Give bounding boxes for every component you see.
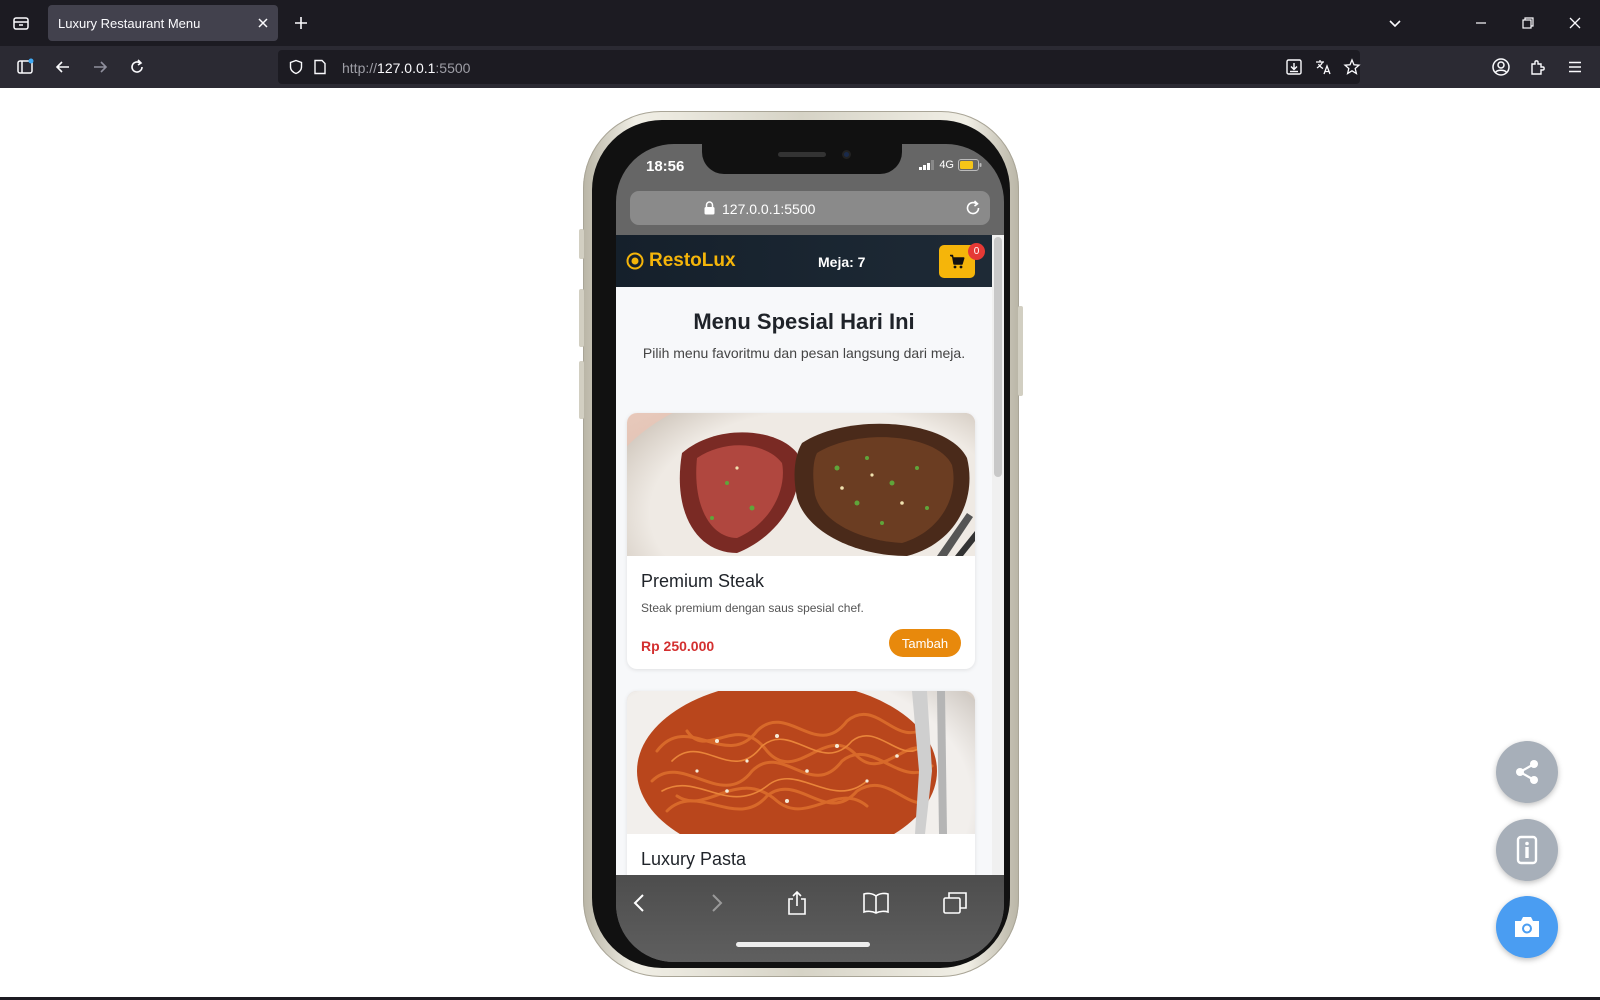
device-info-icon xyxy=(1516,835,1538,865)
brand-logo[interactable]: RestoLux xyxy=(626,250,736,272)
phone-screen: 18:56 4G 127.0.0.1:5500 RestoLux Meja: 7… xyxy=(616,144,1004,962)
pasta-image xyxy=(627,691,975,834)
mobile-bookmarks-icon[interactable] xyxy=(861,888,891,918)
share-icon xyxy=(1512,757,1542,787)
shopping-cart-icon xyxy=(949,254,965,269)
download-page-icon[interactable] xyxy=(1284,57,1304,77)
status-indicators: 4G xyxy=(919,159,982,171)
account-icon[interactable] xyxy=(1488,54,1514,80)
front-camera xyxy=(842,150,851,159)
restore-icon[interactable] xyxy=(1515,10,1541,36)
url-bar[interactable]: http://127.0.0.1:5500 xyxy=(278,50,1362,84)
phone-power-button xyxy=(1018,306,1023,396)
mobile-back-icon[interactable] xyxy=(624,888,654,918)
signal-bars-icon xyxy=(919,160,935,170)
lock-icon xyxy=(704,201,715,215)
extensions-puzzle-icon[interactable] xyxy=(1525,54,1551,80)
add-to-cart-button[interactable]: Tambah xyxy=(889,629,961,657)
mobile-reload-icon[interactable] xyxy=(964,199,982,217)
phone-mute-switch xyxy=(579,229,584,259)
back-arrow-icon[interactable] xyxy=(50,54,76,80)
speaker-grille xyxy=(778,152,826,157)
mobile-address-text: 127.0.0.1:5500 xyxy=(722,201,816,217)
mobile-address-bar[interactable]: 127.0.0.1:5500 xyxy=(630,191,990,225)
close-tab-icon[interactable] xyxy=(254,14,272,32)
sidebar-toggle-icon[interactable] xyxy=(12,54,38,80)
network-type: 4G xyxy=(939,159,954,171)
shield-icon[interactable] xyxy=(286,57,306,77)
close-window-icon[interactable] xyxy=(1562,10,1588,36)
reload-icon[interactable] xyxy=(124,54,150,80)
page-info-icon[interactable] xyxy=(310,57,330,77)
translate-icon[interactable] xyxy=(1313,57,1333,77)
browser-tab[interactable]: Luxury Restaurant Menu xyxy=(48,5,278,41)
list-all-tabs-chevron-icon[interactable] xyxy=(1382,10,1408,36)
hero-title: Menu Spesial Hari Ini xyxy=(693,309,915,334)
url-text[interactable]: http://127.0.0.1:5500 xyxy=(342,60,470,76)
brand-name: RestoLux xyxy=(649,250,736,271)
item-price: Rp 250.000 xyxy=(641,638,715,654)
site-header: RestoLux Meja: 7 0 xyxy=(616,235,992,287)
phone-notch xyxy=(702,144,902,174)
mobile-tabs-icon[interactable] xyxy=(940,888,970,918)
logo-emblem-icon xyxy=(626,252,644,270)
menu-card-premium-steak: Premium Steak Steak premium dengan saus … xyxy=(627,413,975,669)
url-port: :5500 xyxy=(435,60,471,76)
status-time: 18:56 xyxy=(646,158,685,175)
browser-nav-bar: http://127.0.0.1:5500 xyxy=(0,46,1600,88)
url-host: 127.0.0.1 xyxy=(377,60,436,76)
mobile-share-icon[interactable] xyxy=(782,888,812,918)
mobile-browser-toolbar xyxy=(616,875,1004,962)
hamburger-menu-icon[interactable] xyxy=(1562,54,1588,80)
scrollbar-thumb[interactable] xyxy=(994,237,1002,477)
device-info-fab-button[interactable] xyxy=(1496,819,1558,881)
phone-volume-up xyxy=(579,289,584,347)
phone-bezel: 18:56 4G 127.0.0.1:5500 RestoLux Meja: 7… xyxy=(592,120,1010,968)
item-description: Steak premium dengan saus spesial chef. xyxy=(641,601,864,615)
cart-count-badge: 0 xyxy=(968,243,985,260)
mobile-forward-icon[interactable] xyxy=(702,888,732,918)
item-name: Luxury Pasta xyxy=(641,849,747,869)
camera-icon xyxy=(1512,914,1542,940)
share-fab-button[interactable] xyxy=(1496,741,1558,803)
table-number: Meja: 7 xyxy=(818,254,866,270)
tab-title: Luxury Restaurant Menu xyxy=(58,16,201,31)
webpage-content: RestoLux Meja: 7 0 Menu Spesial Hari Ini… xyxy=(616,235,992,875)
steak-image xyxy=(627,413,975,556)
screenshot-fab-button[interactable] xyxy=(1496,896,1558,958)
phone-mockup: 18:56 4G 127.0.0.1:5500 RestoLux Meja: 7… xyxy=(579,111,1023,977)
browser-tab-bar: Luxury Restaurant Menu xyxy=(0,0,1600,46)
menu-card-luxury-pasta: Luxury Pasta xyxy=(627,691,975,875)
hero-subtitle: Pilih menu favoritmu dan pesan langsung … xyxy=(642,345,966,361)
minimize-icon[interactable] xyxy=(1468,10,1494,36)
page-scrollbar[interactable] xyxy=(992,235,1004,875)
new-tab-plus-icon[interactable] xyxy=(290,12,312,34)
tab-list-icon[interactable] xyxy=(8,10,34,36)
bookmark-star-icon[interactable] xyxy=(1342,57,1362,77)
battery-icon xyxy=(958,159,982,171)
forward-arrow-icon[interactable] xyxy=(87,54,113,80)
url-scheme: http:// xyxy=(342,60,378,76)
home-indicator[interactable] xyxy=(736,942,870,947)
phone-volume-down xyxy=(579,361,584,419)
item-name: Premium Steak xyxy=(641,571,765,591)
